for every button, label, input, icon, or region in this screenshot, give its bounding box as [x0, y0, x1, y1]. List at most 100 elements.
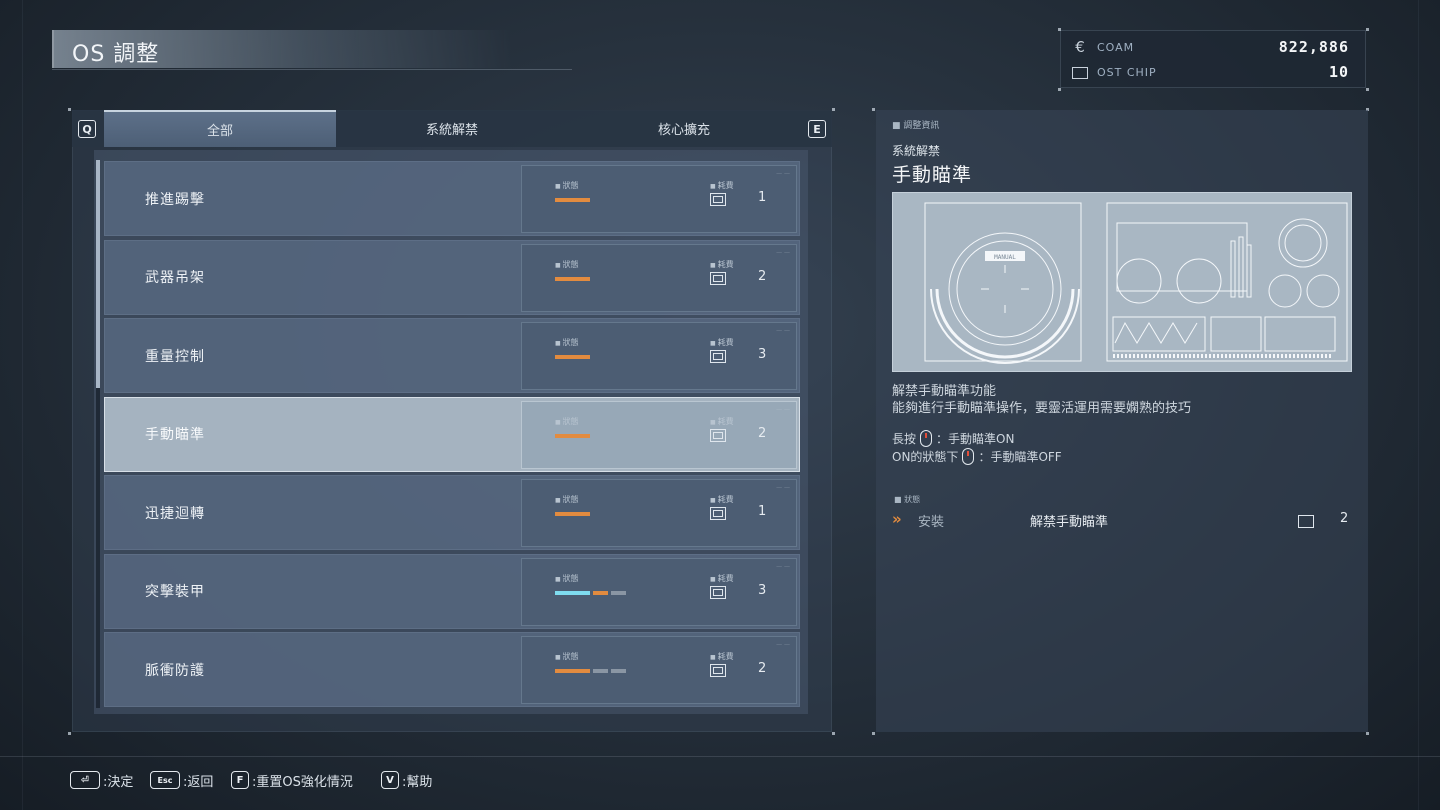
- next-tab-key[interactable]: E: [808, 120, 826, 138]
- status-item-name: 解禁手動瞄準: [1030, 515, 1109, 530]
- chip-icon: [710, 193, 726, 206]
- status-section-label: ■ 狀態: [894, 495, 921, 504]
- back-label: :返回: [183, 774, 214, 790]
- decorative-tick: — —: [776, 170, 790, 177]
- status-bar-group: [555, 198, 590, 202]
- os-item-name: 突擊裝甲: [145, 584, 205, 600]
- double-chevron-icon: »: [892, 510, 902, 528]
- back-hint[interactable]: Esc :返回: [150, 770, 213, 790]
- status-bar-group: [555, 512, 590, 516]
- v-key-icon: V: [381, 771, 399, 789]
- os-item-info-box: — — 狀態 耗費 1: [521, 165, 797, 233]
- chip-icon: [710, 271, 726, 285]
- os-list-item[interactable]: 重量控制 — — 狀態 耗費 3: [104, 318, 800, 393]
- control-hint-hold-suffix: ：手動瞄準ON: [936, 432, 1015, 446]
- os-item-name: 武器吊架: [145, 270, 205, 286]
- tab-system-unlock[interactable]: 系統解禁: [336, 110, 568, 147]
- status-bar-segment: [555, 512, 590, 516]
- status-bar-segment: [611, 590, 626, 595]
- status-label: 狀態: [555, 651, 579, 662]
- reset-label: :重置OS強化情況: [252, 774, 353, 790]
- os-item-info-box: — — 狀態 耗費 2: [521, 636, 797, 704]
- os-item-info-box: — — 狀態 耗費 2: [521, 400, 797, 469]
- os-item-name: 重量控制: [145, 348, 205, 365]
- control-hint-hold: 長按 ：手動瞄準ON: [892, 430, 1014, 447]
- help-hint[interactable]: V :幫助: [381, 770, 432, 790]
- ost-chip-value: 10: [1328, 63, 1349, 81]
- f-key-icon: F: [231, 771, 249, 789]
- os-item-cost: 3: [758, 582, 767, 598]
- mouse-right-click-icon: [962, 448, 975, 465]
- os-item-cost: 1: [758, 504, 767, 519]
- status-bar-segment: [555, 276, 590, 281]
- os-item-cost: 3: [758, 347, 767, 362]
- preview-manual-badge: MANUAL: [994, 254, 1016, 261]
- os-item-info-box: — — 狀態 耗費 2: [521, 243, 797, 312]
- blueprint-preview-image: MANUAL: [892, 192, 1352, 372]
- esc-key-icon: Esc: [150, 771, 180, 789]
- status-bar-segment: [555, 198, 590, 202]
- control-hint-off-prefix: ON的狀態下: [892, 450, 959, 464]
- status-label: 狀態: [555, 494, 579, 505]
- status-section-label-text: 狀態: [904, 495, 921, 504]
- os-list-item[interactable]: 手動瞄準 — — 狀態 耗費 2: [104, 396, 800, 472]
- prev-tab-key[interactable]: Q: [78, 120, 96, 138]
- decorative-tick: — —: [776, 562, 790, 570]
- status-label: 狀態: [555, 416, 579, 427]
- confirm-label: :決定: [103, 774, 134, 790]
- status-label: 狀態: [555, 573, 579, 584]
- os-item-name: 脈衝防護: [145, 662, 205, 679]
- status-label: 狀態: [555, 259, 579, 270]
- cost-label: 耗費: [710, 416, 734, 427]
- os-item-cost: 1: [758, 190, 767, 205]
- decorative-tick: — —: [776, 248, 790, 256]
- footer-divider: [0, 756, 1440, 757]
- detail-section-label: ■ 調整資訊: [892, 121, 940, 131]
- decorative-tick: — —: [776, 405, 790, 413]
- help-label: :幫助: [402, 774, 433, 790]
- control-hint-hold-prefix: 長按: [892, 432, 917, 446]
- reset-hint[interactable]: F :重置OS強化情況: [231, 770, 353, 790]
- os-list-item[interactable]: 脈衝防護 — — 狀態 耗費 2: [104, 632, 800, 707]
- os-item-cost: 2: [758, 425, 767, 441]
- os-list-item[interactable]: 推進踢擊 — — 狀態 耗費 1: [104, 161, 800, 236]
- decorative-tick: — —: [776, 641, 790, 648]
- status-bar-segment: [611, 669, 626, 673]
- decorative-tick: — —: [776, 484, 790, 491]
- os-list-item[interactable]: 迅捷迴轉 — — 狀態 耗費 1: [104, 475, 800, 550]
- tab-core-expansion[interactable]: 核心擴充: [568, 110, 800, 147]
- status-bar-segment: [593, 590, 608, 595]
- confirm-hint[interactable]: ⏎ :決定: [70, 770, 133, 790]
- coam-row: € COAM 822,886: [1071, 35, 1349, 59]
- detail-description-line-2: 能夠進行手動瞄準操作，要靈活運用需要嫻熟的技巧: [892, 401, 1192, 416]
- detail-title: 手動瞄準: [892, 164, 973, 186]
- os-item-info-box: — — 狀態 耗費 3: [521, 557, 797, 626]
- status-label: 狀態: [555, 337, 579, 348]
- os-list-item[interactable]: 突擊裝甲 — — 狀態 耗費 3: [104, 553, 800, 629]
- os-item-name: 推進踢擊: [145, 191, 205, 208]
- control-hint-off-suffix: ：手動瞄準OFF: [978, 450, 1062, 464]
- status-bar-segment: [593, 669, 608, 673]
- status-bar-segment: [555, 355, 590, 359]
- coam-icon: €: [1075, 38, 1085, 56]
- os-list-item[interactable]: 武器吊架 — — 狀態 耗費 2: [104, 239, 800, 315]
- os-item-cost: 2: [758, 661, 767, 676]
- chip-icon: [1071, 63, 1089, 81]
- scrollbar-thumb[interactable]: [96, 160, 100, 388]
- cost-label: 耗費: [710, 494, 734, 505]
- os-item-info-box: — — 狀態 耗費 1: [521, 479, 797, 547]
- chip-icon: [710, 428, 726, 442]
- status-bar-segment: [555, 433, 590, 438]
- status-cost: 2: [1340, 511, 1349, 526]
- status-bar-segment: [555, 669, 590, 673]
- chip-icon: [710, 507, 726, 520]
- ost-chip-label: OST CHIP: [1097, 65, 1157, 79]
- status-bar-group: [555, 590, 626, 595]
- tab-all[interactable]: 全部: [104, 110, 336, 147]
- status-bar-group: [555, 276, 590, 281]
- status-bar-segment: [555, 590, 590, 595]
- enter-key-icon: ⏎: [70, 771, 100, 789]
- control-hint-off: ON的狀態下 ：手動瞄準OFF: [892, 448, 1062, 465]
- mouse-right-click-icon: [920, 430, 933, 447]
- cost-label: 耗費: [710, 651, 734, 662]
